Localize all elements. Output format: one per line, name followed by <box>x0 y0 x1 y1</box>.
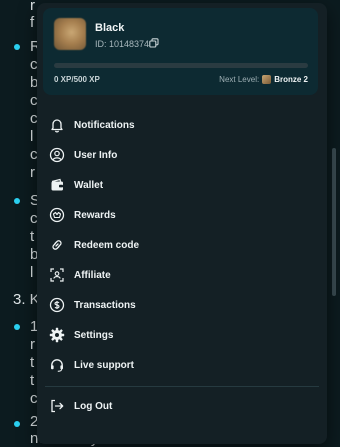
bullet-marker <box>14 421 20 427</box>
user-icon <box>49 147 65 163</box>
next-level-value: Bronze 2 <box>274 75 308 84</box>
logout-icon <box>51 399 64 413</box>
avatar[interactable] <box>54 18 86 50</box>
affiliate-icon <box>50 268 64 282</box>
article-text-fragment: r <box>30 336 35 353</box>
article-text-fragment: r <box>30 164 35 181</box>
xp-progress-bar <box>54 63 308 68</box>
article-text-fragment: t <box>30 228 35 245</box>
link-icon <box>52 240 62 250</box>
bronze-badge-icon <box>262 75 272 84</box>
menu-item-wallet[interactable]: Wallet <box>37 171 327 199</box>
menu-item-notifications[interactable]: Notifications <box>37 111 327 139</box>
next-level: Next Level: Bronze 2 <box>219 75 308 84</box>
wallet-icon <box>51 178 63 191</box>
menu-divider <box>45 386 319 387</box>
article-text-fragment: t <box>30 372 35 389</box>
article-text-fragment: l <box>30 264 34 281</box>
menu-item-label: Live support <box>74 359 135 371</box>
profile-card: Black ID: 10148374 0 XP/500 XP Next Leve… <box>43 8 318 95</box>
article-text-fragment: t <box>30 354 35 371</box>
article-text-fragment: r <box>30 0 35 14</box>
next-level-label: Next Level: <box>219 75 260 84</box>
article-text-fragment: l <box>30 128 34 145</box>
logout-button[interactable]: Log Out <box>37 392 327 420</box>
menu-item-transactions[interactable]: Transactions <box>37 291 327 319</box>
menu-item-label: Wallet <box>74 179 104 191</box>
dollar-icon <box>49 297 65 313</box>
copy-icon[interactable] <box>149 38 159 48</box>
menu-item-settings[interactable]: Settings <box>37 321 327 349</box>
menu-item-label: Transactions <box>74 299 136 311</box>
menu-item-label: Notifications <box>74 119 135 131</box>
menu-item-rewards[interactable]: Rewards <box>37 201 327 229</box>
bullet-marker <box>14 44 20 50</box>
bell-icon <box>51 119 63 133</box>
menu-item-user-info[interactable]: User Info <box>37 141 327 169</box>
bullet-marker <box>14 198 20 204</box>
headset-icon <box>51 359 63 372</box>
account-dropdown: Black ID: 10148374 0 XP/500 XP Next Leve… <box>37 3 327 444</box>
article-text-fragment: 3. K <box>13 291 40 308</box>
menu-item-affiliate[interactable]: Affiliate <box>37 261 327 289</box>
menu-item-label: Redeem code <box>74 239 140 251</box>
user-id: ID: 10148374 <box>95 39 150 49</box>
page-scrollbar[interactable] <box>332 148 336 296</box>
menu-item-label: Rewards <box>74 209 116 221</box>
username: Black <box>95 22 125 34</box>
menu-item-label: Affiliate <box>74 269 111 281</box>
menu-item-live-support[interactable]: Live support <box>37 351 327 379</box>
menu-item-label: Settings <box>74 329 114 341</box>
gear-icon <box>49 327 65 343</box>
article-text-fragment: f <box>30 14 35 31</box>
logout-label: Log Out <box>74 400 113 412</box>
xp-text: 0 XP/500 XP <box>54 75 100 84</box>
menu-item-redeem-code[interactable]: Redeem code <box>37 231 327 259</box>
bullet-marker <box>14 324 20 330</box>
rewards-icon <box>49 207 65 223</box>
menu-item-label: User Info <box>74 149 118 161</box>
